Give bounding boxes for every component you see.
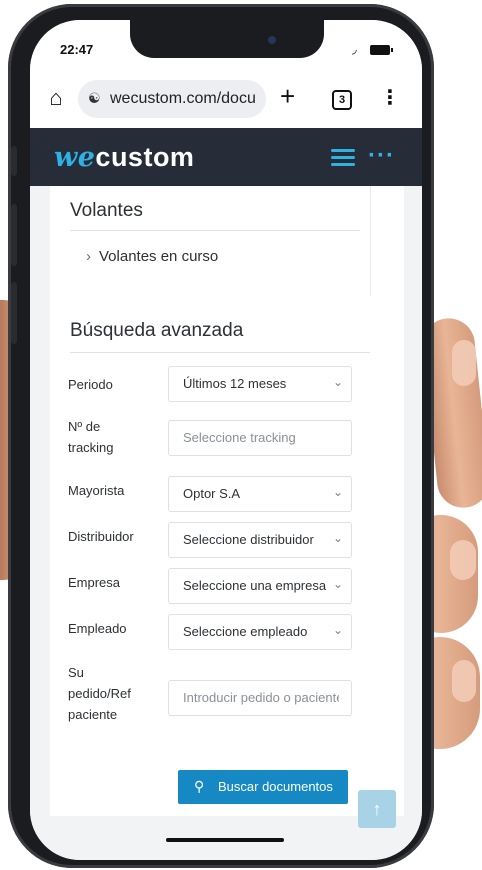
label-empleado: Empleado <box>68 621 127 636</box>
chevron-down-icon: ⌄ <box>332 485 343 499</box>
arrow-up-icon: ↑ <box>372 799 382 819</box>
fingernail <box>450 540 476 580</box>
phone-side-button <box>11 146 17 176</box>
status-bar: 22:47 ◞ <box>30 20 422 72</box>
scroll-divider <box>370 186 371 296</box>
fingernail <box>452 340 476 386</box>
phone-volume-down <box>11 282 17 344</box>
label-pedido: Su pedido/Ref paciente <box>68 665 131 722</box>
sidebar-panel: Volantes › Volantes en curso Búsqueda ava… <box>50 186 404 816</box>
select-mayorista[interactable]: Optor S.A ⌄ <box>168 476 352 512</box>
wifi-icon: ◞ <box>352 42 357 56</box>
label-distribuidor: Distribuidor <box>68 529 134 544</box>
section-title-busqueda: Búsqueda avanzada <box>70 320 244 341</box>
buscar-documentos-button[interactable]: ⚲ Buscar documentos <box>178 770 348 804</box>
chevron-down-icon: ⌄ <box>332 531 343 545</box>
more-horizontal-icon[interactable]: ··· <box>368 144 395 168</box>
camera-icon <box>268 36 276 44</box>
home-indicator[interactable] <box>166 838 284 842</box>
hamburger-menu-icon[interactable] <box>331 149 355 167</box>
url-text[interactable]: wecustom.com/docu <box>110 90 264 108</box>
battery-icon <box>370 45 393 55</box>
chevron-right-icon: › <box>86 248 91 265</box>
chevron-down-icon: ⌄ <box>332 375 343 389</box>
chevron-down-icon: ⌄ <box>332 577 343 591</box>
main-content: Volantes › Volantes en curso Búsqueda ava… <box>30 186 422 860</box>
select-periodo[interactable]: Últimos 12 meses ⌄ <box>168 366 352 402</box>
label-empresa: Empresa <box>68 575 121 590</box>
scroll-to-top-button[interactable]: ↑ <box>358 790 396 828</box>
label-tracking: Nº de tracking <box>68 419 114 455</box>
divider <box>70 352 370 353</box>
label-mayorista: Mayorista <box>68 483 125 498</box>
fingernail <box>452 660 476 702</box>
select-empleado[interactable]: Seleccione empleado ⌄ <box>168 614 352 650</box>
select-empresa[interactable]: Seleccione una empresa ⌄ <box>168 568 352 604</box>
clock: 22:47 <box>60 42 94 57</box>
notch <box>130 20 324 58</box>
site-settings-icon[interactable]: ☯ <box>88 90 101 107</box>
phone-frame: 22:47 ◞ ⌂ ☯ wecustom.com/docu + 3 ⋮ wecu… <box>8 4 434 868</box>
plus-icon[interactable]: + <box>280 82 295 110</box>
phone-volume-up <box>11 204 17 266</box>
site-header: wecustom ··· <box>30 128 422 186</box>
home-icon[interactable]: ⌂ <box>44 86 68 110</box>
select-distribuidor[interactable]: Seleccione distribuidor ⌄ <box>168 522 352 558</box>
tabs-icon[interactable]: 3 <box>332 90 352 110</box>
more-vert-icon[interactable]: ⋮ <box>380 84 400 112</box>
link-volantes-en-curso[interactable]: › Volantes en curso <box>86 248 218 265</box>
browser-toolbar: ⌂ ☯ wecustom.com/docu + 3 ⋮ <box>30 72 422 128</box>
input-pedido[interactable]: Introducir pedido o paciente <box>168 680 352 716</box>
label-periodo: Periodo <box>68 377 113 392</box>
input-tracking[interactable]: Seleccione tracking <box>168 420 352 456</box>
divider <box>70 230 360 231</box>
url-bar[interactable]: ☯ wecustom.com/docu <box>78 80 266 118</box>
section-title-volantes: Volantes <box>70 200 143 221</box>
chevron-down-icon: ⌄ <box>332 623 343 637</box>
search-icon: ⚲ <box>194 778 205 794</box>
logo[interactable]: wecustom <box>54 142 194 173</box>
phone-screen: 22:47 ◞ ⌂ ☯ wecustom.com/docu + 3 ⋮ wecu… <box>30 20 422 860</box>
